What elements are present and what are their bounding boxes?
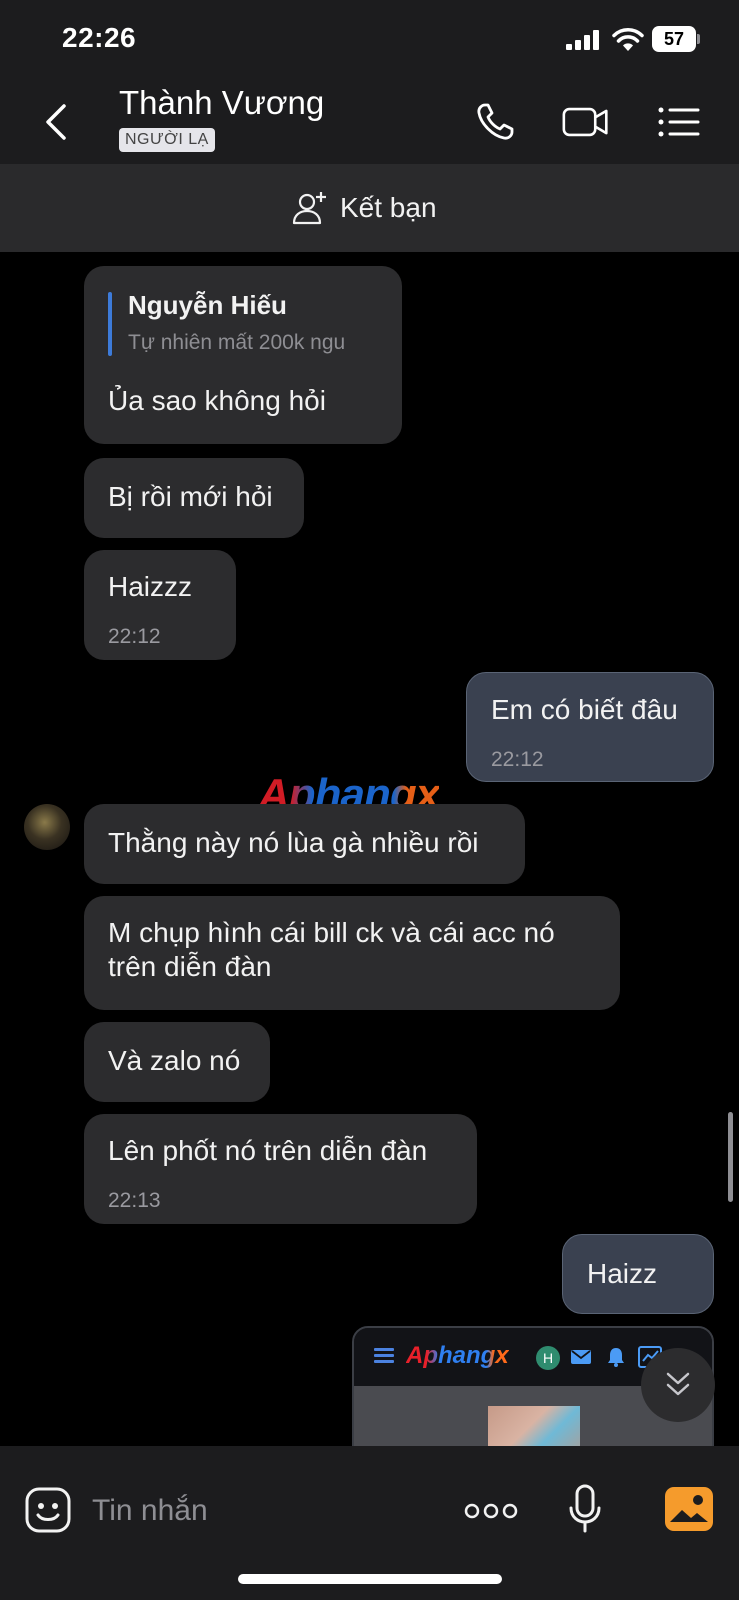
message-bubble[interactable]: Thằng này nó lùa gà nhiều rồi <box>84 804 525 884</box>
cellular-signal-icon <box>566 30 602 50</box>
message-bubble[interactable]: Nguyễn Hiếu Tự nhiên mất 200k ngu Ủa sao… <box>84 266 402 444</box>
double-chevron-down-icon <box>666 1372 690 1396</box>
quote-indicator <box>108 292 112 356</box>
wifi-icon <box>612 28 644 51</box>
message-text: Lên phốt nó trên diễn đàn <box>108 1135 428 1166</box>
preview-avatar: H <box>536 1346 560 1370</box>
my-message-bubble[interactable]: Em có biết đâu 22:12 <box>466 672 714 782</box>
chat-header: Thành Vương NGƯỜI LẠ <box>0 80 739 164</box>
preview-bell-icon <box>608 1348 624 1367</box>
battery-level: 57 <box>663 29 685 49</box>
more-options-icon[interactable] <box>464 1502 518 1520</box>
stranger-badge: NGƯỜI LẠ <box>119 128 215 152</box>
preview-menu-icon <box>374 1348 394 1364</box>
message-time: 22:12 <box>108 625 161 648</box>
message-text-line1: M chụp hình cái bill ck và cái acc nó <box>108 917 555 948</box>
preview-mail-icon <box>571 1350 591 1364</box>
message-bubble[interactable]: Lên phốt nó trên diễn đàn 22:13 <box>84 1114 477 1224</box>
status-time: 22:26 <box>62 22 137 53</box>
scrollbar-thumb[interactable] <box>728 1112 733 1202</box>
back-chevron-icon[interactable] <box>38 100 78 144</box>
status-bar: 22:26 57 <box>0 0 739 80</box>
preview-logo: Aphangx <box>406 1342 509 1369</box>
message-text-line2: trên diễn đàn <box>108 951 272 982</box>
battery-icon: 57 <box>652 26 700 52</box>
preview-thumbnail-image <box>488 1406 580 1446</box>
home-indicator <box>238 1574 502 1584</box>
add-person-icon <box>292 192 326 225</box>
quote-author: Nguyễn Hiếu <box>128 290 287 320</box>
contact-name[interactable]: Thành Vương <box>119 84 324 122</box>
message-text: Bị rồi mới hỏi <box>108 481 273 512</box>
message-text: Và zalo nó <box>108 1045 241 1076</box>
message-text: Em có biết đâu <box>491 694 678 725</box>
add-friend-bar[interactable]: Kết bạn <box>0 164 739 252</box>
scroll-to-bottom-button[interactable] <box>641 1348 715 1422</box>
message-list[interactable]: Nguyễn Hiếu Tự nhiên mất 200k ngu Ủa sao… <box>0 252 739 1446</box>
gallery-image-icon[interactable] <box>664 1486 714 1532</box>
video-camera-icon[interactable] <box>562 100 610 144</box>
message-text: Haizz <box>587 1258 658 1289</box>
my-message-bubble[interactable]: Haizz <box>562 1234 714 1314</box>
message-input[interactable]: Tin nhắn <box>92 1494 208 1528</box>
sticker-emoji-icon[interactable] <box>24 1486 72 1534</box>
message-text: Haizzz <box>108 571 193 602</box>
message-bubble[interactable]: Và zalo nó <box>84 1022 270 1102</box>
phone-icon[interactable] <box>473 100 521 144</box>
message-text: Ủa sao không hỏi <box>108 385 326 416</box>
message-time: 22:13 <box>108 1189 161 1212</box>
message-text: Thằng này nó lùa gà nhiều rồi <box>108 827 479 858</box>
sender-avatar[interactable] <box>24 804 70 850</box>
microphone-icon[interactable] <box>568 1484 602 1534</box>
quote-text: Tự nhiên mất 200k ngu <box>128 331 346 354</box>
message-bubble[interactable]: Bị rồi mới hỏi <box>84 458 304 538</box>
add-friend-label: Kết bạn <box>340 192 437 223</box>
message-bubble[interactable]: M chụp hình cái bill ck và cái acc nó tr… <box>84 896 620 1010</box>
list-menu-icon[interactable] <box>656 100 704 144</box>
message-bubble[interactable]: Haizzz 22:12 <box>84 550 236 660</box>
message-time: 22:12 <box>491 748 544 771</box>
